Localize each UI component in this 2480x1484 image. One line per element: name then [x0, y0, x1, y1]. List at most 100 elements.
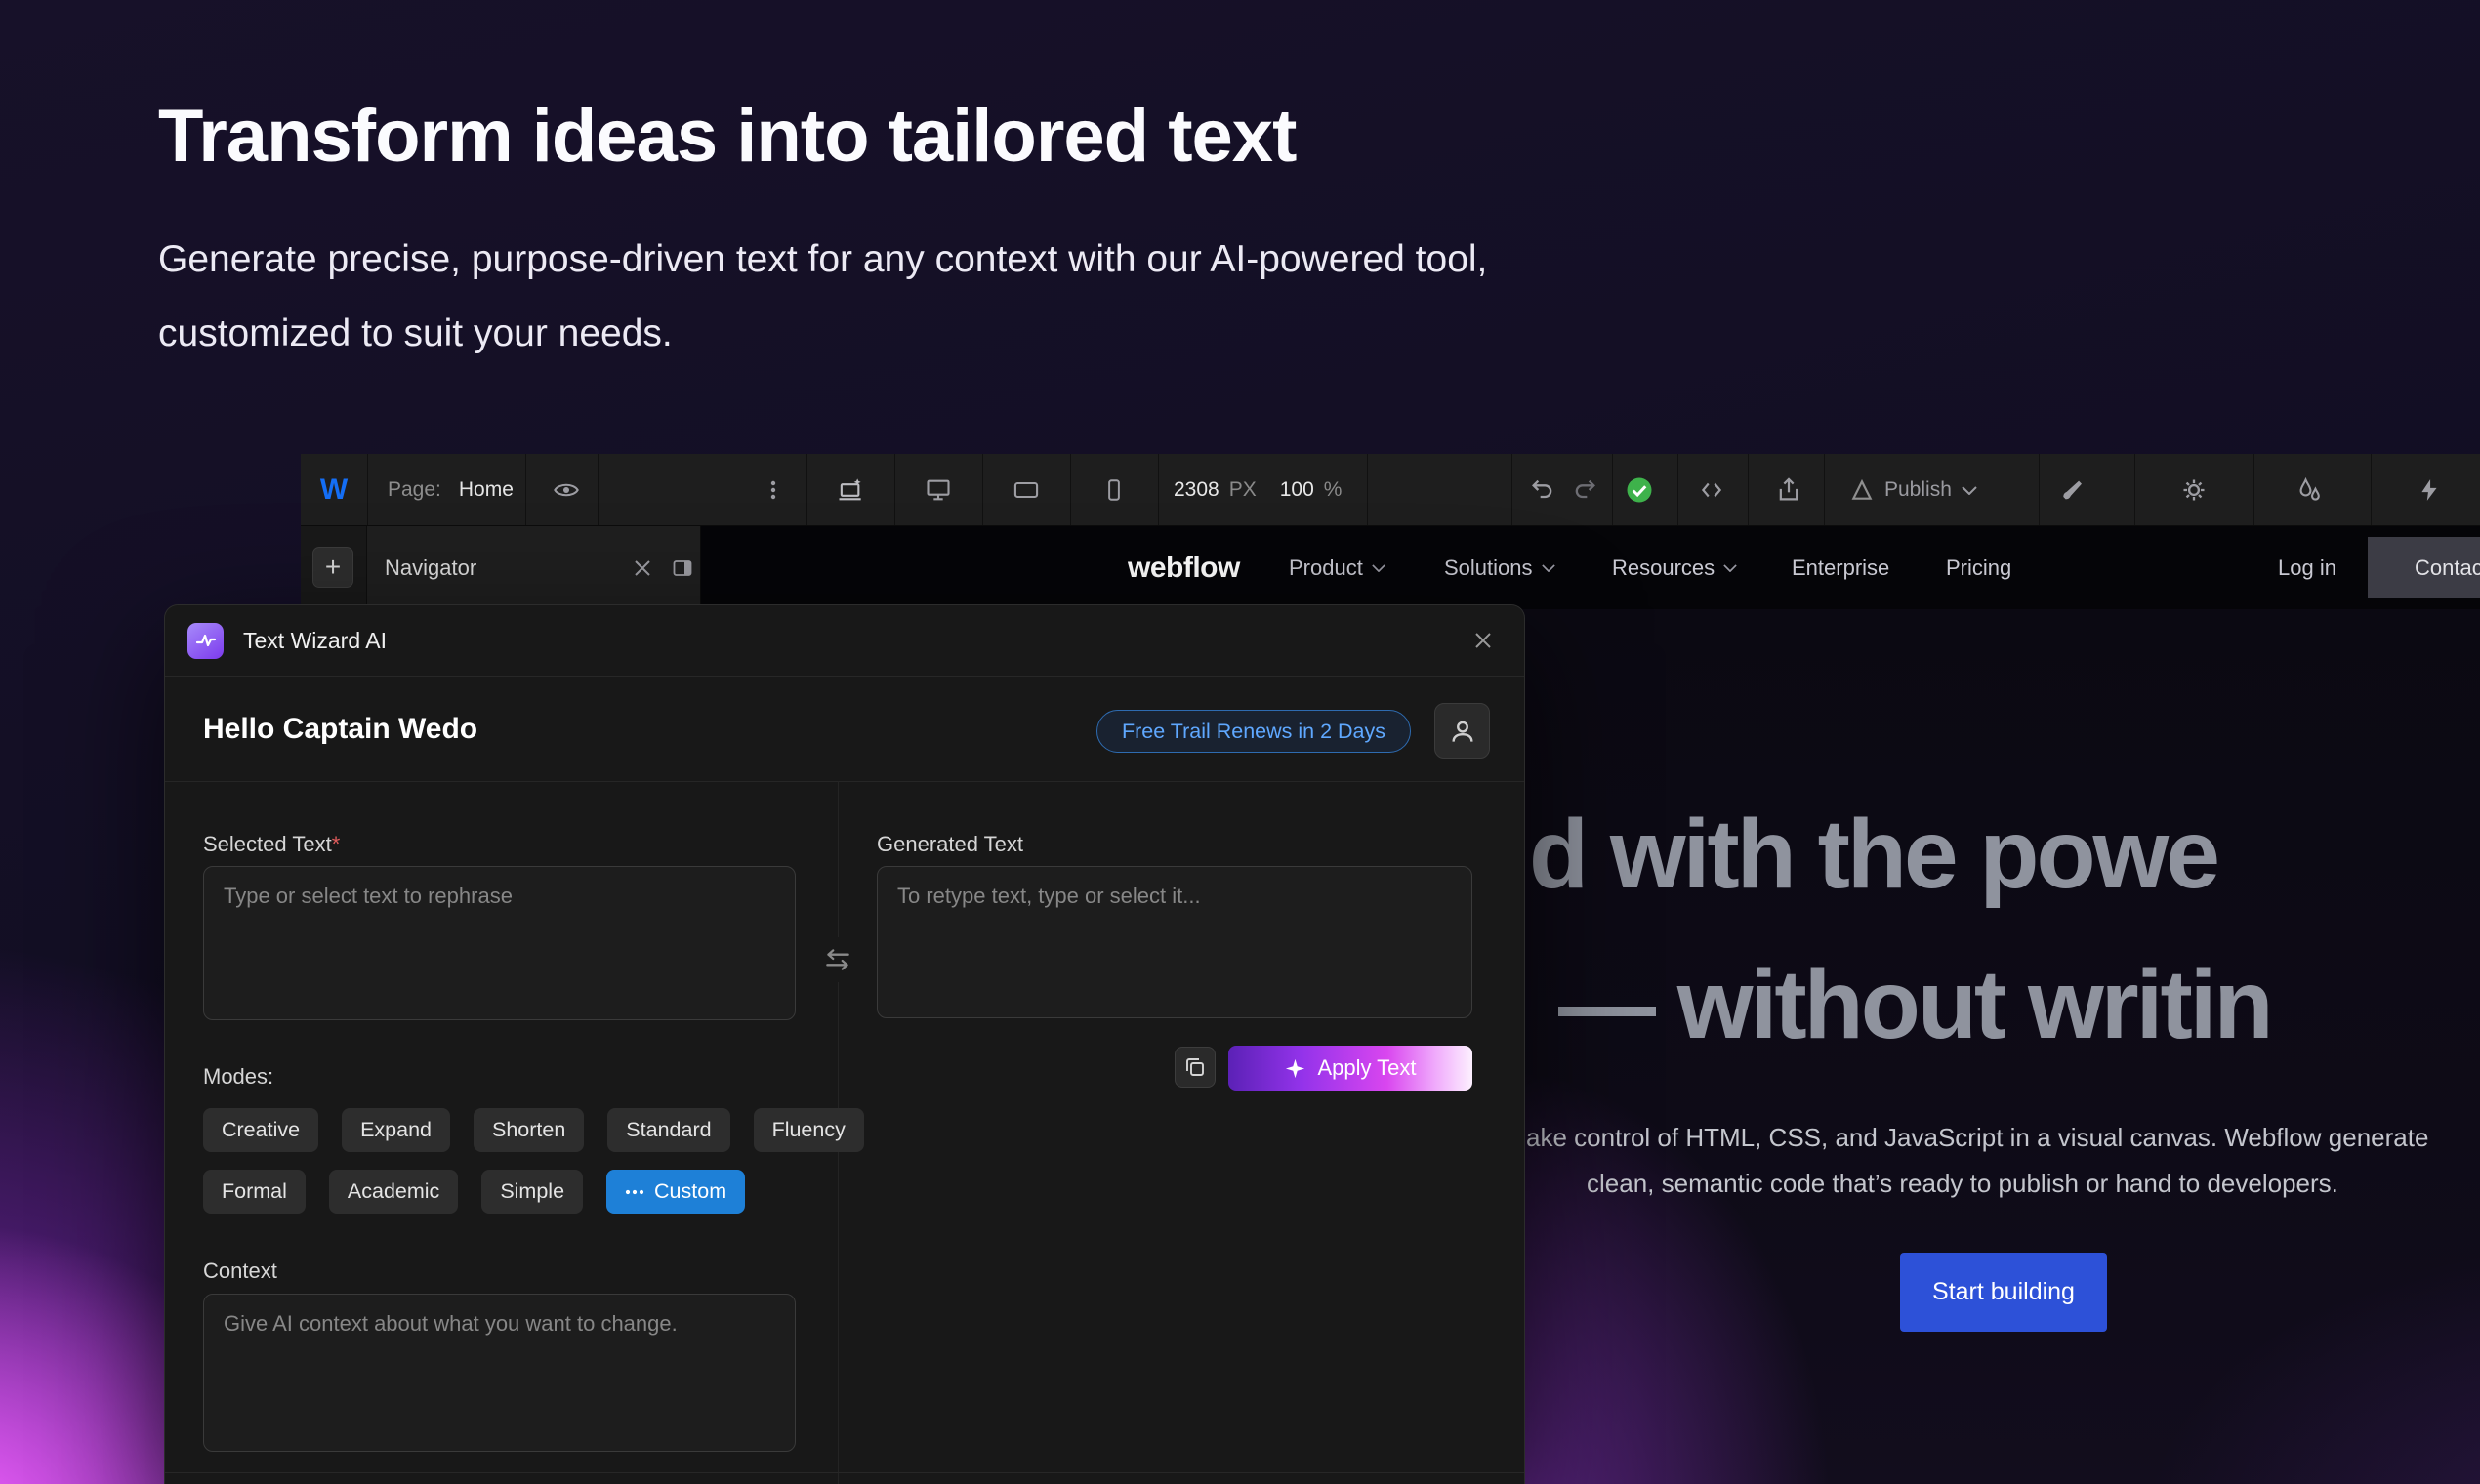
left-toolbar-chrome: + [301, 526, 367, 609]
webflow-wordmark[interactable]: webflow [1128, 552, 1240, 585]
page-value: Home [459, 478, 514, 502]
modal-title: Text Wizard AI [243, 628, 387, 654]
page-subtitle-line2: customized to suit your needs. [158, 297, 1487, 371]
start-building-button[interactable]: Start building [1900, 1253, 2107, 1332]
collapse-icon[interactable] [631, 556, 654, 580]
generated-text-input[interactable] [877, 866, 1472, 1018]
page-selector[interactable]: Page: Home [388, 454, 514, 526]
publish-logo-icon [1849, 477, 1875, 503]
mode-formal[interactable]: Formal [203, 1170, 306, 1214]
desktop-breakpoint-icon[interactable] [925, 454, 952, 526]
copy-button[interactable] [1175, 1047, 1216, 1088]
page-subtitle: Generate precise, purpose-driven text fo… [158, 223, 1487, 371]
divider [525, 454, 526, 525]
bolt-icon[interactable] [2417, 454, 2442, 526]
divider [1612, 454, 1613, 525]
divider [2253, 454, 2254, 525]
divider [1158, 454, 1159, 525]
selected-text-input[interactable] [203, 866, 796, 1020]
divider [1824, 454, 1825, 525]
divider [894, 454, 895, 525]
mode-creative[interactable]: Creative [203, 1108, 318, 1152]
designer-panel-row: + Navigator webflow Product Solutions Re… [301, 526, 2480, 609]
divider [1070, 454, 1071, 525]
canvas-dimensions[interactable]: 2308 PX 100 % [1174, 454, 1342, 526]
dock-panel-icon[interactable] [671, 556, 694, 580]
gear-icon[interactable] [2180, 454, 2208, 526]
mobile-breakpoint-icon[interactable] [1101, 454, 1127, 526]
share-icon[interactable] [1775, 454, 1802, 526]
divider [2039, 454, 2040, 525]
modal-header: Text Wizard AI [165, 605, 1524, 677]
divider [2134, 454, 2135, 525]
canvas-headline-line1: d with the powe [1529, 799, 2217, 911]
text-wizard-modal: Text Wizard AI Hello Captain Wedo Free T… [164, 604, 1525, 1484]
page-label: Page: [388, 478, 441, 502]
publish-label: Publish [1884, 478, 1952, 502]
undo-icon[interactable] [1529, 454, 1556, 526]
swap-icon[interactable] [817, 937, 858, 982]
zoom-value: 100 [1280, 478, 1314, 502]
mode-academic[interactable]: Academic [329, 1170, 458, 1214]
more-options-icon[interactable] [762, 454, 785, 526]
ellipsis-icon [625, 1189, 644, 1195]
modes-row-2: Formal Academic Simple Custom [203, 1170, 745, 1214]
divider [598, 454, 599, 525]
nav-item-solutions[interactable]: Solutions [1444, 556, 1555, 581]
nav-item-product[interactable]: Product [1289, 556, 1385, 581]
sparkle-icon [1284, 1057, 1306, 1080]
apply-text-button[interactable]: Apply Text [1228, 1046, 1472, 1091]
trial-status-badge: Free Trail Renews in 2 Days [1096, 710, 1411, 753]
webflow-site-navbar: webflow Product Solutions Resources Ente… [701, 526, 2480, 609]
canvas-width-unit: PX [1229, 478, 1257, 502]
divider [1748, 454, 1749, 525]
nav-item-pricing[interactable]: Pricing [1946, 556, 2011, 581]
nav-item-enterprise[interactable]: Enterprise [1792, 556, 1889, 581]
chevron-down-icon [1372, 564, 1385, 572]
mode-expand[interactable]: Expand [342, 1108, 450, 1152]
droplets-icon[interactable] [2295, 454, 2323, 526]
mode-custom[interactable]: Custom [606, 1170, 745, 1214]
tablet-breakpoint-icon[interactable] [1013, 454, 1040, 526]
modes-row-1: Creative Expand Shorten Standard Fluency [203, 1108, 864, 1152]
page-title: Transform ideas into tailored text [158, 94, 1296, 179]
required-marker: * [332, 832, 341, 856]
divider [367, 454, 368, 525]
saved-status-icon[interactable] [1625, 454, 1654, 526]
mode-shorten[interactable]: Shorten [474, 1108, 584, 1152]
mode-fluency[interactable]: Fluency [754, 1108, 864, 1152]
redo-icon[interactable] [1571, 454, 1598, 526]
account-button[interactable] [1434, 703, 1490, 759]
divider [1367, 454, 1368, 525]
code-export-icon[interactable] [1697, 454, 1726, 526]
context-input[interactable] [203, 1294, 796, 1452]
canvas-headline-line2: — without writin [1558, 949, 2271, 1061]
close-icon[interactable] [1467, 625, 1499, 656]
navigator-panel: Navigator [367, 526, 701, 609]
chevron-down-icon [1542, 564, 1555, 572]
mode-standard[interactable]: Standard [607, 1108, 729, 1152]
selected-text-label: Selected Text* [203, 832, 340, 857]
nav-item-resources[interactable]: Resources [1612, 556, 1737, 581]
preview-eye-icon[interactable] [553, 454, 580, 526]
zoom-unit: % [1324, 478, 1343, 502]
add-element-button[interactable]: + [312, 547, 353, 588]
webflow-logo-icon[interactable]: W [320, 454, 348, 526]
nav-item-login[interactable]: Log in [2278, 556, 2336, 581]
divider [1511, 454, 1512, 525]
divider [1677, 454, 1678, 525]
mode-simple[interactable]: Simple [481, 1170, 583, 1214]
context-label: Context [203, 1258, 277, 1284]
canvas-width-value: 2308 [1174, 478, 1219, 502]
breakpoint-add-icon[interactable] [835, 454, 864, 526]
divider [165, 781, 1524, 782]
copy-icon [1183, 1055, 1207, 1079]
publish-chevron-icon [1962, 486, 1977, 495]
designer-toolbar: W Page: Home 2308 PX 100 % [301, 454, 2480, 526]
nav-contact-button[interactable]: Contact [2368, 537, 2480, 598]
user-icon [1448, 717, 1477, 746]
canvas-body-line1: ake control of HTML, CSS, and JavaScript… [1526, 1123, 2428, 1153]
publish-control[interactable]: Publish [1849, 454, 1977, 526]
brush-icon[interactable] [2061, 454, 2088, 526]
canvas-body-line2: clean, semantic code that’s ready to pub… [1587, 1169, 2338, 1199]
